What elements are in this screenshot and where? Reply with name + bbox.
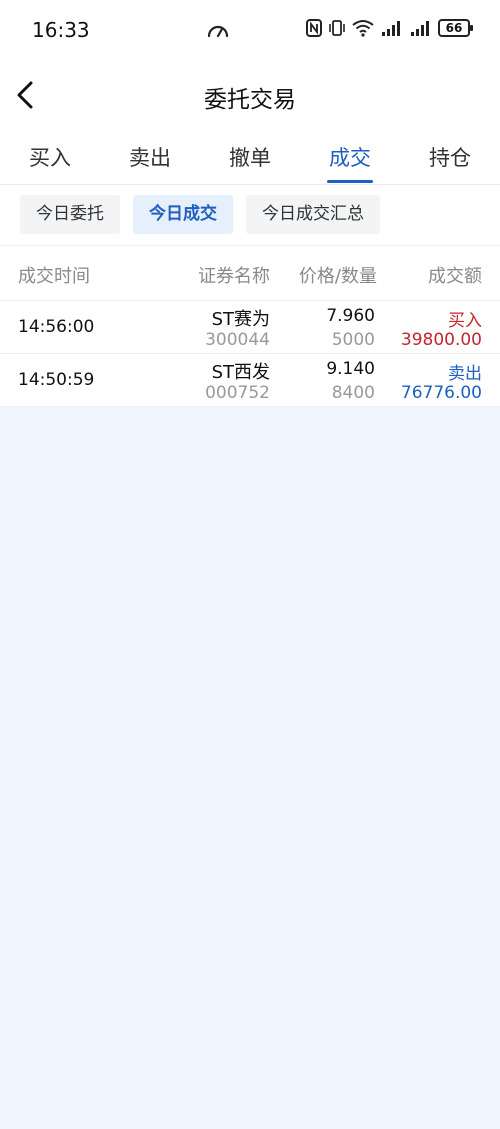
vibrate-icon [329, 20, 345, 36]
screen: 16:33 66 委托交易 买入 卖出 撤单 成交 持仓 今日委托 今日成交 今… [0, 0, 500, 1129]
security-name: ST西发 [211, 362, 270, 383]
table-row[interactable]: 14:56:00 ST赛为 300044 7.960 5000 买入 39800… [0, 301, 500, 354]
deal-quantity: 8400 [331, 383, 375, 403]
sub-tabs: 今日委托 今日成交 今日成交汇总 [0, 185, 500, 245]
security-name: ST赛为 [211, 309, 270, 330]
status-icons: 66 [306, 19, 473, 37]
security-code: 000752 [205, 383, 270, 403]
header-time: 成交时间 [18, 266, 90, 287]
deal-amount: 39800.00 [400, 330, 482, 350]
tab-active-indicator [327, 180, 373, 183]
status-time: 16:33 [32, 18, 90, 42]
signal-icon [411, 21, 429, 36]
tab-sell[interactable]: 卖出 [115, 142, 185, 172]
deal-price: 9.140 [326, 359, 375, 379]
table-header: 成交时间 证券名称 价格/数量 成交额 [0, 245, 500, 301]
subtab-today-deals-summary[interactable]: 今日成交汇总 [246, 195, 380, 234]
deal-amount: 76776.00 [400, 383, 482, 403]
tab-holdings[interactable]: 持仓 [415, 142, 485, 172]
page-title: 委托交易 [204, 87, 296, 113]
header: 委托交易 [0, 62, 500, 128]
status-bar: 16:33 66 [0, 0, 500, 62]
signal-icon [382, 21, 400, 36]
speedometer-icon [207, 25, 229, 38]
deal-price: 7.960 [326, 306, 375, 326]
tab-buy[interactable]: 买入 [15, 142, 85, 172]
wifi-icon [352, 20, 374, 37]
header-price-qty: 价格/数量 [298, 266, 377, 287]
table-row[interactable]: 14:50:59 ST西发 000752 9.140 8400 卖出 76776… [0, 354, 500, 407]
nfc-icon [306, 19, 322, 37]
main-tabs: 买入 卖出 撤单 成交 持仓 [0, 128, 500, 185]
tab-deals[interactable]: 成交 [315, 142, 385, 172]
header-amount: 成交额 [428, 266, 482, 287]
deal-time: 14:56:00 [18, 317, 95, 337]
deal-side: 卖出 [448, 364, 482, 384]
subtab-today-deals[interactable]: 今日成交 [133, 195, 233, 234]
deal-side: 买入 [448, 311, 482, 331]
tab-cancel[interactable]: 撤单 [215, 142, 285, 172]
security-code: 300044 [205, 330, 270, 350]
deals-table: 成交时间 证券名称 价格/数量 成交额 14:56:00 ST赛为 300044… [0, 245, 500, 407]
deal-quantity: 5000 [331, 330, 375, 350]
header-name: 证券名称 [198, 266, 270, 287]
subtab-today-orders[interactable]: 今日委托 [20, 195, 120, 234]
battery-icon: 66 [438, 19, 473, 37]
deal-time: 14:50:59 [18, 370, 95, 390]
